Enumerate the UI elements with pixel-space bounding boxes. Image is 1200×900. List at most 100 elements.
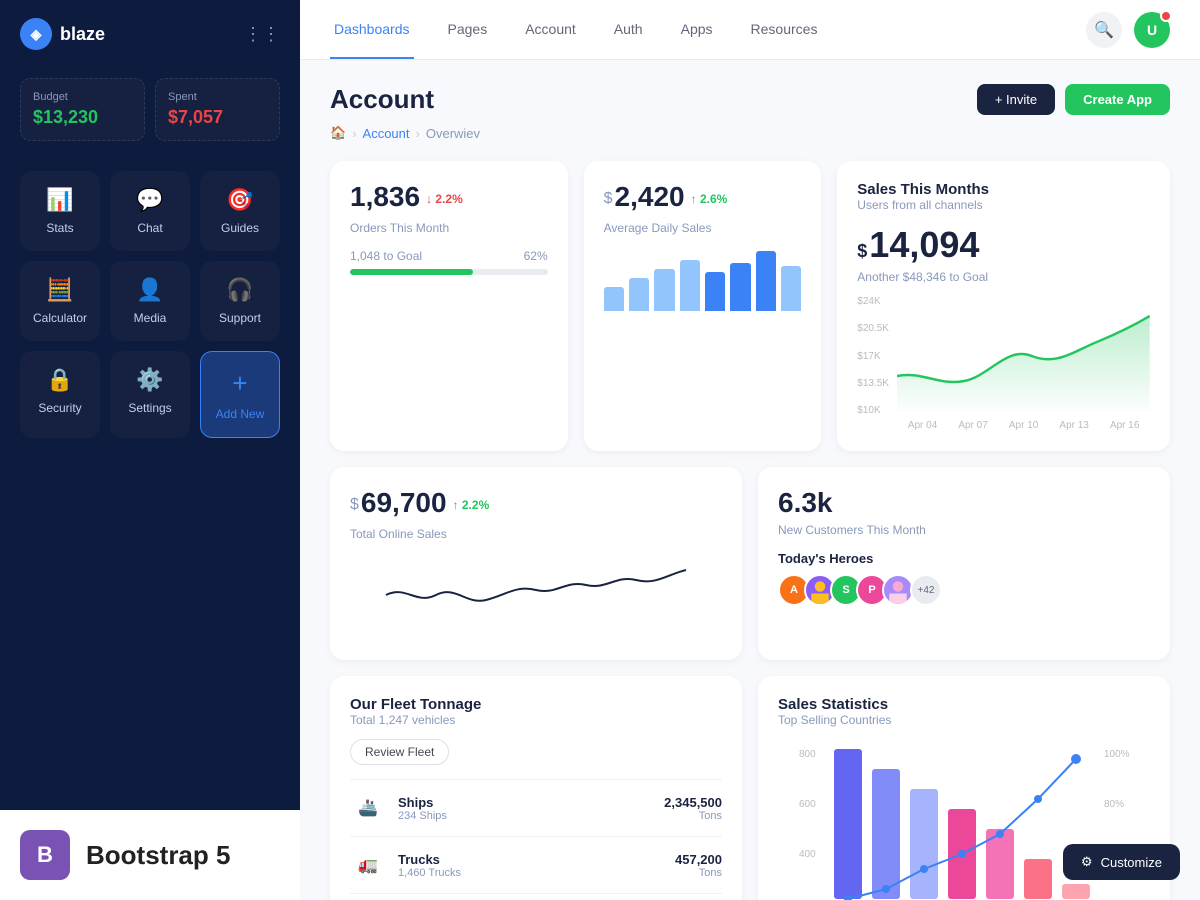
online-sales-card: $ 69,700 ↑ 2.2% Total Online Sales: [330, 467, 742, 660]
nav-label-security: Security: [38, 401, 81, 415]
page-header: Account + Invite Create App: [330, 84, 1170, 115]
daily-sales-change: ↑ 2.6%: [691, 192, 728, 206]
sales-big-value: $ 14,094: [857, 224, 1150, 266]
fleet-row-planes: ✈️ Planes 8 Aircrafts 1,240 Tons: [350, 893, 722, 900]
sales-stats-title: Sales Statistics: [778, 696, 1150, 713]
menu-icon[interactable]: ⋮⋮: [244, 24, 280, 45]
nav-item-calculator[interactable]: 🧮 Calculator: [20, 261, 100, 341]
sales-goal-text: Another $48,346 to Goal: [857, 270, 1150, 284]
nav-item-guides[interactable]: 🎯 Guides: [200, 171, 280, 251]
search-button[interactable]: 🔍: [1086, 12, 1122, 48]
bootstrap-label: Bootstrap 5: [86, 840, 230, 871]
online-sales-header: $ 69,700 ↑ 2.2%: [350, 487, 722, 523]
heroes-title: Today's Heroes: [778, 551, 1150, 566]
bar-3: [654, 269, 674, 311]
nav-item-add-new[interactable]: + Add New: [200, 351, 280, 438]
bar-8: [781, 266, 801, 311]
nav-item-security[interactable]: 🔒 Security: [20, 351, 100, 438]
top-nav-links: Dashboards Pages Account Auth Apps Resou…: [330, 0, 821, 59]
mini-bar-chart: [604, 251, 802, 311]
trucks-value: 457,200: [675, 852, 722, 867]
line-chart-svg: [897, 296, 1150, 416]
ships-sub: 234 Ships: [398, 810, 664, 822]
stats-row-1: 1,836 ↓ 2.2% Orders This Month 1,048 to …: [330, 161, 1170, 451]
orders-change: ↓ 2.2%: [426, 192, 463, 206]
nav-account[interactable]: Account: [521, 0, 580, 59]
sidebar: ◈ blaze ⋮⋮ Budget $13,230 Spent $7,057 📊…: [0, 0, 300, 900]
sidebar-header: ◈ blaze ⋮⋮: [0, 0, 300, 68]
sales-value: 14,094: [869, 224, 979, 266]
bar-2: [629, 278, 649, 311]
customize-icon: ⚙: [1081, 854, 1093, 870]
nav-dashboards[interactable]: Dashboards: [330, 0, 414, 59]
nav-auth[interactable]: Auth: [610, 0, 647, 59]
media-icon: 👤: [136, 277, 163, 303]
bar-6: [730, 263, 750, 311]
progress-label: 1,048 to Goal: [350, 249, 422, 263]
spent-card: Spent $7,057: [155, 78, 280, 141]
chat-icon: 💬: [136, 187, 163, 213]
customers-label: New Customers This Month: [778, 523, 1150, 537]
svg-text:600: 600: [799, 799, 816, 810]
create-app-button[interactable]: Create App: [1065, 84, 1170, 115]
fleet-row-ships: 🚢 Ships 234 Ships 2,345,500 Tons: [350, 779, 722, 836]
settings-icon: ⚙️: [136, 367, 163, 393]
breadcrumb-account[interactable]: Account: [363, 126, 410, 141]
nav-label-support: Support: [219, 311, 261, 325]
daily-sales-card: $ 2,420 ↑ 2.6% Average Daily Sales: [584, 161, 822, 451]
svg-text:400: 400: [799, 849, 816, 860]
fleet-row-trucks: 🚛 Trucks 1,460 Trucks 457,200 Tons: [350, 836, 722, 893]
nav-apps[interactable]: Apps: [677, 0, 717, 59]
chart-x-labels: Apr 04 Apr 07 Apr 10 Apr 13 Apr 16: [897, 420, 1150, 431]
budget-card: Budget $13,230: [20, 78, 145, 141]
fleet-title: Our Fleet Tonnage: [350, 696, 722, 713]
nav-item-support[interactable]: 🎧 Support: [200, 261, 280, 341]
online-sales-label: Total Online Sales: [350, 527, 722, 541]
ships-icon: 🚢: [350, 790, 386, 826]
sales-month-title: Sales This Months: [857, 181, 1150, 198]
ships-unit: Tons: [664, 810, 722, 822]
orders-label: Orders This Month: [350, 221, 548, 235]
progress-fill: [350, 269, 473, 275]
add-icon: +: [232, 368, 247, 399]
review-fleet-button[interactable]: Review Fleet: [350, 739, 449, 765]
progress-bar: [350, 269, 548, 275]
logo-text: blaze: [60, 24, 105, 45]
stats-row-2: $ 69,700 ↑ 2.2% Total Online Sales 6.3k …: [330, 467, 1170, 660]
nav-label-calculator: Calculator: [33, 311, 87, 325]
nav-pages[interactable]: Pages: [444, 0, 492, 59]
support-icon: 🎧: [226, 277, 253, 303]
heroes-avatars: A S P +42: [778, 574, 1150, 606]
nav-resources[interactable]: Resources: [747, 0, 822, 59]
ships-name: Ships: [398, 795, 664, 810]
calculator-icon: 🧮: [46, 277, 73, 303]
bottom-row: Our Fleet Tonnage Total 1,247 vehicles R…: [330, 676, 1170, 900]
invite-button[interactable]: + Invite: [977, 84, 1055, 115]
security-icon: 🔒: [46, 367, 73, 393]
nav-label-media: Media: [134, 311, 167, 325]
nav-label-settings: Settings: [128, 401, 171, 415]
svg-text:100%: 100%: [1104, 749, 1130, 760]
customize-button[interactable]: ⚙ Customize: [1063, 844, 1180, 880]
svg-text:80%: 80%: [1104, 799, 1124, 810]
ships-value: 2,345,500: [664, 795, 722, 810]
progress-section: 1,048 to Goal 62%: [350, 249, 548, 275]
page-title: Account: [330, 84, 434, 115]
breadcrumb-home[interactable]: 🏠: [330, 125, 346, 141]
sales-stats-sub: Top Selling Countries: [778, 713, 1150, 727]
sales-month-sub: Users from all channels: [857, 198, 1150, 212]
nav-item-settings[interactable]: ⚙️ Settings: [110, 351, 190, 438]
customize-label: Customize: [1101, 855, 1162, 870]
nav-item-stats[interactable]: 📊 Stats: [20, 171, 100, 251]
guides-icon: 🎯: [226, 187, 253, 213]
nav-label-chat: Chat: [137, 221, 162, 235]
notification-badge: [1160, 10, 1172, 22]
logo-area: ◈ blaze: [20, 18, 105, 50]
user-avatar[interactable]: U: [1134, 12, 1170, 48]
main-content: Dashboards Pages Account Auth Apps Resou…: [300, 0, 1200, 900]
hero-count: +42: [910, 574, 942, 606]
nav-item-chat[interactable]: 💬 Chat: [110, 171, 190, 251]
nav-item-media[interactable]: 👤 Media: [110, 261, 190, 341]
fleet-sub: Total 1,247 vehicles: [350, 713, 722, 727]
spent-label: Spent: [168, 91, 267, 103]
